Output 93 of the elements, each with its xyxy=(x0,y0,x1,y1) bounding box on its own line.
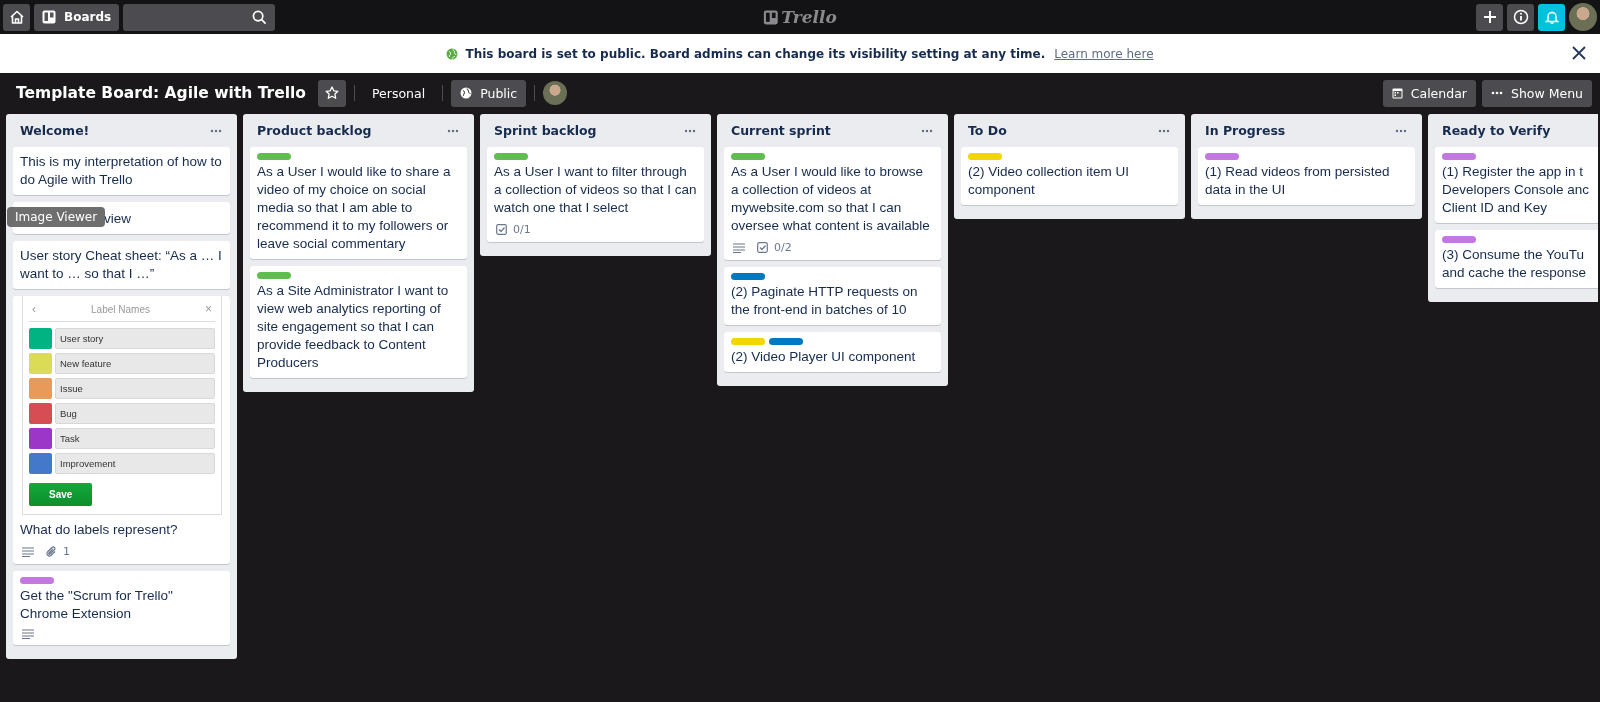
more-icon xyxy=(1490,91,1503,95)
info-button[interactable] xyxy=(1507,3,1534,31)
card-title: (3) Consume the YouTu and cache the response xyxy=(1442,246,1588,282)
star-button[interactable] xyxy=(318,79,347,107)
card[interactable]: This is my interpretation of how to do Agile with Trello xyxy=(13,147,230,195)
card[interactable]: (1) Register the app in t Developers Console anc Client ID and Key xyxy=(1435,147,1598,223)
card[interactable]: ‹ Label Names × User story New feature Issue Bug Task Improvement Save What do labels represent? 1 xyxy=(13,296,230,564)
boards-icon xyxy=(42,10,56,24)
card[interactable]: (2) Video collection item UI component xyxy=(961,147,1178,205)
list-title[interactable]: Ready to Verify xyxy=(1442,123,1551,138)
search-icon xyxy=(252,9,268,25)
checklist-count: 0/2 xyxy=(774,241,792,254)
paperclip-icon xyxy=(46,545,57,558)
card-title: (2) Paginate HTTP requests on the front-end in batches of 10 xyxy=(731,283,919,319)
label-name-field: Issue xyxy=(55,378,215,399)
add-button[interactable] xyxy=(1476,3,1503,31)
card-title: (2) Video collection item UI component xyxy=(968,163,1131,199)
more-icon[interactable] xyxy=(1395,128,1407,133)
checkbox-icon xyxy=(757,242,768,253)
close-button[interactable] xyxy=(1572,46,1586,60)
banner-message: This board is set to public. Board admins can change its visibility setting at any time. xyxy=(465,46,1046,61)
card-title: What do labels represent? xyxy=(20,521,179,539)
card-title: (1) Read videos from persisted data in the UI xyxy=(1205,163,1391,199)
bell-icon xyxy=(1544,9,1559,25)
card-title: As a User I want to filter through a collection of videos so that I can watch one that I select xyxy=(494,163,697,217)
card[interactable]: (3) Consume the YouTu and cache the response xyxy=(1435,230,1598,288)
card[interactable]: (2) Video Player UI component xyxy=(724,332,941,372)
info-icon xyxy=(1512,9,1529,25)
show-menu-button[interactable]: Show Menu xyxy=(1481,79,1592,107)
home-icon xyxy=(8,9,25,25)
more-icon[interactable] xyxy=(1158,128,1170,133)
card-title: As a Site Administrator I want to view web analytics reporting of site engagement so that I can provide feedback to Content Producers xyxy=(257,282,450,372)
label-name-field: New feature xyxy=(55,353,215,374)
save-button: Save xyxy=(29,483,93,506)
checkbox-icon xyxy=(496,224,507,235)
label-name-field: User story xyxy=(55,328,215,349)
list-title[interactable]: Sprint backlog xyxy=(494,123,597,138)
card-title: (1) Register the app in t Developers Console anc Client ID and Key xyxy=(1442,163,1591,217)
team-button[interactable]: Personal xyxy=(363,79,435,107)
card-title: (2) Video Player UI component xyxy=(731,348,917,366)
card[interactable]: As a User I want to filter through a collection of videos so that I can watch one that I select 0/1 xyxy=(487,147,704,242)
label-name-field: Improvement xyxy=(55,453,215,474)
label-name-field: Bug xyxy=(55,403,215,424)
checklist-count: 0/1 xyxy=(513,223,531,236)
card-title: As a User I would like to browse a collection of videos at mywebsite.com so that I can oversee what content is available xyxy=(731,163,931,235)
calendar-icon xyxy=(1391,87,1403,99)
calendar-button[interactable]: Calendar xyxy=(1382,79,1476,107)
more-icon[interactable] xyxy=(684,128,696,133)
label-name-field: Task xyxy=(55,428,215,449)
description-icon xyxy=(22,629,34,639)
logo[interactable]: Trello xyxy=(763,7,837,27)
list-title[interactable]: In Progress xyxy=(1205,123,1286,138)
search-field[interactable] xyxy=(123,3,276,31)
card[interactable]: (2) Paginate HTTP requests on the front-end in batches of 10 xyxy=(724,267,941,325)
close-icon xyxy=(1572,46,1586,60)
more-icon[interactable] xyxy=(921,128,933,133)
learn-more-link[interactable]: Learn more here xyxy=(1054,46,1154,61)
home-button[interactable] xyxy=(3,3,30,31)
description-icon xyxy=(22,546,34,557)
back-arrow: ‹ xyxy=(32,302,36,316)
card[interactable]: As a User I would like to browse a collection of videos at mywebsite.com so that I can oversee what content is available 0/2 xyxy=(724,147,941,260)
boards-button[interactable]: Boards xyxy=(34,3,120,31)
card-title: This is my interpretation of how to do Agile with Trello xyxy=(20,153,223,189)
member-avatar[interactable] xyxy=(543,81,568,105)
tooltip: Image Viewer xyxy=(7,207,106,227)
board-title[interactable]: Template Board: Agile with Trello xyxy=(16,84,307,102)
card-label[interactable] xyxy=(731,273,765,280)
more-icon[interactable] xyxy=(447,128,459,133)
more-icon[interactable] xyxy=(210,128,222,133)
card-label[interactable] xyxy=(769,338,803,345)
globe-icon xyxy=(446,47,459,60)
card[interactable]: Get the "Scrum for Trello" Chrome Extension xyxy=(13,571,230,645)
card[interactable]: As a Site Administrator I want to view web analytics reporting of site engagement so that I can provide feedback to Content Producers xyxy=(250,266,467,378)
list-title[interactable]: Current sprint xyxy=(731,123,831,138)
list-title[interactable]: To Do xyxy=(968,123,1007,138)
star-icon xyxy=(325,86,340,100)
card[interactable]: (1) Read videos from persisted data in the UI xyxy=(1198,147,1415,205)
card-title: User story Cheat sheet: “As a … I want to … so that I …” xyxy=(20,247,223,283)
card[interactable]: User story Cheat sheet: “As a … I want to … so that I …” xyxy=(13,241,230,289)
notifications-button[interactable] xyxy=(1538,3,1565,31)
attachment-count: 1 xyxy=(63,545,70,558)
visibility-button[interactable]: Public xyxy=(451,79,527,107)
card[interactable]: As a User I would like to share a video of my choice on social media so that I am able to recommend it to my followers or leave social commentary xyxy=(250,147,467,259)
avatar[interactable] xyxy=(1569,3,1597,31)
card-title: As a User I would like to share a video of my choice on social media so that I am able to recommend it to my followers or leave social commentary xyxy=(257,163,452,253)
list-title[interactable]: Product backlog xyxy=(257,123,372,138)
close-mark: × xyxy=(205,302,212,316)
description-icon xyxy=(733,242,745,253)
list-title[interactable]: Welcome! xyxy=(20,123,90,138)
dialog-title: Label Names xyxy=(91,303,150,315)
plus-icon xyxy=(1482,10,1497,24)
globe-icon xyxy=(460,87,473,99)
card-title: Get the "Scrum for Trello" Chrome Extension xyxy=(20,587,174,623)
